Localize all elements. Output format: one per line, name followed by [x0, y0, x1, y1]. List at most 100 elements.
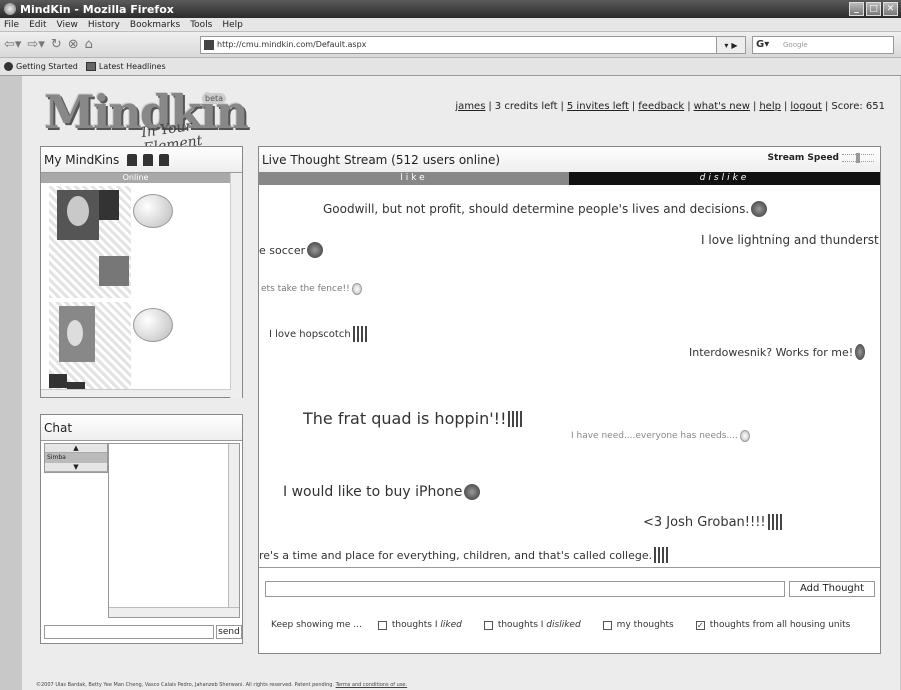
- logout-link[interactable]: logout: [790, 101, 822, 112]
- scroll-down-icon[interactable]: ▼: [45, 463, 107, 472]
- vertical-scrollbar[interactable]: [230, 173, 242, 398]
- checkbox-icon: [483, 620, 493, 630]
- menu-file[interactable]: File: [4, 20, 19, 30]
- avatar-icon: [351, 283, 362, 295]
- avatar-icon: [307, 242, 324, 258]
- scroll-up-icon[interactable]: ▲: [45, 444, 107, 453]
- menu-edit[interactable]: Edit: [29, 20, 46, 30]
- thought-item[interactable]: e soccer: [259, 242, 324, 258]
- back-arrow-icon[interactable]: ⇦▾: [4, 37, 21, 52]
- thought-item[interactable]: ets take the fence!!: [261, 283, 362, 295]
- username-link[interactable]: james: [455, 101, 485, 112]
- go-arrow-icon: ▶: [731, 40, 738, 50]
- thought-item[interactable]: re's a time and place for everything, ch…: [259, 547, 669, 563]
- filter-disliked-checkbox[interactable]: thoughts I disliked: [483, 620, 581, 630]
- checkbox-icon: [377, 620, 387, 630]
- bookmark-getting-started[interactable]: Getting Started: [4, 62, 78, 71]
- footer: ©2007 Ulas Bardak, Betty Yee Man Cheng, …: [36, 682, 407, 688]
- google-icon: G▾: [756, 39, 770, 50]
- thought-item[interactable]: Interdowesnik? Works for me!: [689, 344, 866, 360]
- menu-history[interactable]: History: [88, 20, 120, 30]
- search-input[interactable]: G▾ Google: [752, 36, 894, 54]
- menu-view[interactable]: View: [57, 20, 78, 30]
- filter-all-housing-checkbox[interactable]: ✓ thoughts from all housing units: [695, 620, 850, 630]
- search-placeholder: Google: [783, 41, 808, 49]
- stream-filters: Keep showing me ... thoughts I liked tho…: [271, 620, 877, 630]
- maximize-button[interactable]: □: [866, 2, 881, 16]
- invites-link[interactable]: 5 invites left: [567, 101, 629, 112]
- stop-icon[interactable]: ⊗: [68, 37, 79, 52]
- reload-icon[interactable]: ↻: [51, 37, 62, 52]
- menubar: File Edit View History Bookmarks Tools H…: [0, 18, 901, 32]
- avatar-icon: [508, 410, 523, 427]
- thought-item[interactable]: I love lightning and thunderst: [701, 233, 879, 247]
- forward-arrow-icon[interactable]: ⇨▾: [27, 37, 44, 52]
- thought-item[interactable]: Goodwill, but not profit, should determi…: [323, 201, 768, 217]
- thought-item[interactable]: The frat quad is hoppin'!!: [303, 409, 523, 428]
- avatar-icon: [855, 344, 866, 360]
- rss-icon: [85, 62, 96, 71]
- add-thought-button[interactable]: Add Thought: [789, 581, 875, 597]
- chat-input[interactable]: [44, 625, 214, 639]
- chat-log: [108, 443, 240, 618]
- mindkin-avatar[interactable]: [49, 302, 131, 396]
- thought-bubble-icon[interactable]: [133, 194, 173, 228]
- whats-new-link[interactable]: what's new: [694, 101, 750, 112]
- mindkin-icon[interactable]: [159, 153, 170, 166]
- panel-title: Live Thought Stream (512 users online): [262, 152, 501, 167]
- bookmark-label: Getting Started: [16, 62, 78, 71]
- bookmarks-toolbar: Getting Started Latest Headlines: [0, 58, 901, 76]
- thought-input[interactable]: [265, 581, 785, 597]
- menu-help[interactable]: Help: [222, 20, 243, 30]
- user-links: james | 3 credits left | 5 invites left | feed…: [455, 101, 885, 112]
- mindkin-icon[interactable]: [127, 153, 138, 166]
- horizontal-scrollbar[interactable]: [109, 607, 239, 617]
- thought-item[interactable]: I would like to buy iPhone: [283, 484, 481, 500]
- mindkin-avatar[interactable]: [49, 186, 131, 298]
- stream-speed-label: Stream Speed: [767, 153, 840, 163]
- vertical-scrollbar[interactable]: [228, 444, 239, 617]
- filter-label: Keep showing me ...: [271, 620, 362, 630]
- filter-liked-checkbox[interactable]: thoughts I liked: [377, 620, 462, 630]
- credits-text: 3 credits left: [494, 101, 558, 112]
- avatar-icon: [739, 430, 750, 442]
- avatar-icon: [767, 514, 782, 530]
- firefox-icon: [4, 3, 16, 15]
- menu-bookmarks[interactable]: Bookmarks: [130, 20, 180, 30]
- mindkin-logo[interactable]: Mindkin In Your Element beta: [44, 85, 249, 157]
- window-titlebar: MindKin - Mozilla Firefox _ □ ✕: [0, 0, 901, 18]
- mindkin-icon[interactable]: [143, 153, 154, 166]
- help-link[interactable]: help: [759, 101, 781, 112]
- feedback-link[interactable]: feedback: [638, 101, 684, 112]
- minimize-button[interactable]: _: [849, 2, 864, 16]
- panel-header: My MindKins: [41, 147, 242, 173]
- thought-bubble-icon[interactable]: [133, 308, 173, 342]
- thought-item[interactable]: <3 Josh Groban!!!!: [643, 514, 782, 530]
- dislike-zone[interactable]: dislike: [569, 172, 880, 185]
- copyright-text: ©2007 Ulas Bardak, Betty Yee Man Cheng, …: [36, 682, 335, 688]
- avatar-photo: [57, 190, 99, 240]
- site-favicon-icon: [204, 40, 214, 50]
- like-dislike-bar: like dislike: [259, 172, 880, 185]
- horizontal-scrollbar[interactable]: [41, 389, 231, 397]
- stream-speed-slider[interactable]: [842, 153, 874, 163]
- panel-title: My MindKins: [44, 152, 120, 167]
- chat-user-item[interactable]: Simba: [45, 453, 107, 463]
- terms-link[interactable]: Terms and conditions of use.: [336, 682, 407, 688]
- send-button[interactable]: send: [216, 625, 242, 639]
- bookmark-latest-headlines[interactable]: Latest Headlines: [85, 62, 166, 71]
- close-button[interactable]: ✕: [883, 2, 898, 16]
- filter-my-thoughts-checkbox[interactable]: my thoughts: [602, 620, 674, 630]
- thought-item[interactable]: I love hopscotch: [269, 326, 367, 342]
- thought-item[interactable]: I have need....everyone has needs....: [571, 430, 750, 442]
- thought-stream-panel: Live Thought Stream (512 users online) S…: [258, 146, 881, 654]
- like-zone[interactable]: like: [259, 172, 569, 185]
- url-go-button[interactable]: ▾ ▶: [716, 36, 746, 54]
- divider: [259, 567, 880, 568]
- url-input[interactable]: http://cmu.mindkin.com/Default.aspx: [200, 36, 718, 54]
- home-icon[interactable]: ⌂: [85, 37, 93, 52]
- stream-speed-control: Stream Speed: [767, 153, 874, 163]
- my-mindkins-panel: My MindKins Online: [40, 146, 243, 398]
- menu-tools[interactable]: Tools: [190, 20, 212, 30]
- navigation-toolbar: ⇦▾ ⇨▾ ↻ ⊗ ⌂ http://cmu.mindkin.com/Defau…: [0, 32, 901, 58]
